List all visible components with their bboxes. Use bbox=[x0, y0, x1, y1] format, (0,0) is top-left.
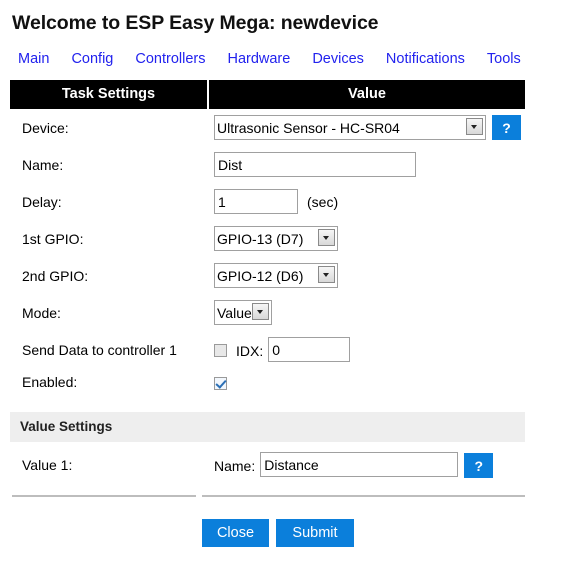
nav-link-hardware[interactable]: Hardware bbox=[227, 51, 290, 67]
gpio1-label: 1st GPIO: bbox=[22, 230, 84, 247]
gpio2-select-wrap: GPIO-12 (D6) bbox=[214, 263, 338, 288]
send-data-label: Send Data to controller 1 bbox=[22, 341, 177, 358]
gpio1-select[interactable]: GPIO-13 (D7) bbox=[214, 226, 338, 251]
delay-value-cell: (sec) bbox=[208, 183, 525, 220]
value-settings-header: Value Settings bbox=[10, 412, 525, 442]
mode-select[interactable]: Value bbox=[214, 300, 272, 325]
name-value-cell bbox=[208, 146, 525, 183]
nav-link-config[interactable]: Config bbox=[71, 51, 113, 67]
device-select-wrap: Ultrasonic Sensor - HC-SR04 bbox=[214, 115, 486, 140]
divider-right bbox=[202, 495, 525, 498]
page-title: Welcome to ESP Easy Mega: newdevice bbox=[12, 12, 379, 34]
enabled-checkbox[interactable] bbox=[214, 376, 227, 390]
nav-link-tools[interactable]: Tools bbox=[487, 51, 521, 67]
value-1-help-button[interactable]: ? bbox=[464, 453, 494, 479]
device-help-button[interactable]: ? bbox=[492, 115, 521, 140]
gpio1-value-cell: GPIO-13 (D7) bbox=[208, 220, 525, 257]
enabled-value-cell bbox=[208, 368, 525, 396]
table-row-delay: Delay: (sec) bbox=[10, 183, 525, 220]
gpio2-label: 2nd GPIO: bbox=[22, 267, 89, 284]
value-settings-table: Value 1: Name:? bbox=[10, 442, 525, 487]
nav-link-notifications[interactable]: Notifications bbox=[386, 51, 465, 67]
delay-label: Delay: bbox=[22, 193, 62, 210]
gpio2-value-cell: GPIO-12 (D6) bbox=[208, 257, 525, 294]
form-actions: Close Submit bbox=[0, 519, 572, 548]
device-select[interactable]: Ultrasonic Sensor - HC-SR04 bbox=[214, 115, 486, 140]
value-1-name-input[interactable] bbox=[260, 452, 459, 477]
header-task-settings: Task Settings bbox=[10, 80, 209, 109]
enabled-label: Enabled: bbox=[22, 374, 78, 390]
value-1-name-label: Name: bbox=[214, 457, 256, 474]
device-value-cell: Ultrasonic Sensor - HC-SR04 ? bbox=[208, 109, 525, 146]
section-divider bbox=[0, 495, 572, 501]
nav-link-main[interactable]: Main bbox=[18, 51, 49, 67]
table-row-mode: Mode: Value bbox=[10, 294, 525, 331]
table-row-value-1: Value 1: Name:? bbox=[10, 442, 525, 487]
delay-input[interactable] bbox=[214, 189, 298, 214]
table-row-name: Name: bbox=[10, 146, 525, 183]
value-1-value-cell: Name:? bbox=[208, 442, 525, 487]
table-row-send-data: Send Data to controller 1 IDX: bbox=[10, 331, 525, 368]
name-input[interactable] bbox=[214, 152, 416, 177]
value-1-label: Value 1: bbox=[22, 457, 73, 474]
table-row-gpio2: 2nd GPIO: GPIO-12 (D6) bbox=[10, 257, 525, 294]
gpio2-select[interactable]: GPIO-12 (D6) bbox=[214, 263, 338, 288]
send-data-value-cell: IDX: bbox=[208, 331, 525, 368]
header-value: Value bbox=[208, 80, 525, 109]
divider-left bbox=[12, 495, 196, 498]
send-data-checkbox[interactable] bbox=[214, 344, 227, 358]
name-label: Name: bbox=[22, 156, 64, 173]
delay-unit-label: (sec) bbox=[307, 193, 339, 210]
submit-button[interactable]: Submit bbox=[276, 519, 354, 548]
mode-select-wrap: Value bbox=[214, 300, 272, 325]
mode-label: Mode: bbox=[22, 304, 61, 321]
mode-value-cell: Value bbox=[208, 294, 525, 331]
idx-label: IDX: bbox=[236, 342, 264, 359]
nav-link-devices[interactable]: Devices bbox=[312, 51, 364, 67]
task-settings-table: Task Settings Value Device: Ultrasonic S… bbox=[10, 80, 525, 396]
table-header-row: Task Settings Value bbox=[10, 80, 525, 109]
device-label: Device: bbox=[22, 119, 69, 136]
nav-link-controllers[interactable]: Controllers bbox=[135, 51, 205, 67]
table-row-enabled: Enabled: bbox=[10, 368, 525, 396]
main-navigation: Main Config Controllers Hardware Devices Noti… bbox=[18, 51, 572, 67]
gpio1-select-wrap: GPIO-13 (D7) bbox=[214, 226, 338, 251]
idx-input[interactable] bbox=[268, 337, 351, 362]
table-row-gpio1: 1st GPIO: GPIO-13 (D7) bbox=[10, 220, 525, 257]
close-button[interactable]: Close bbox=[202, 519, 269, 548]
table-row-device: Device: Ultrasonic Sensor - HC-SR04 ? bbox=[10, 109, 525, 146]
